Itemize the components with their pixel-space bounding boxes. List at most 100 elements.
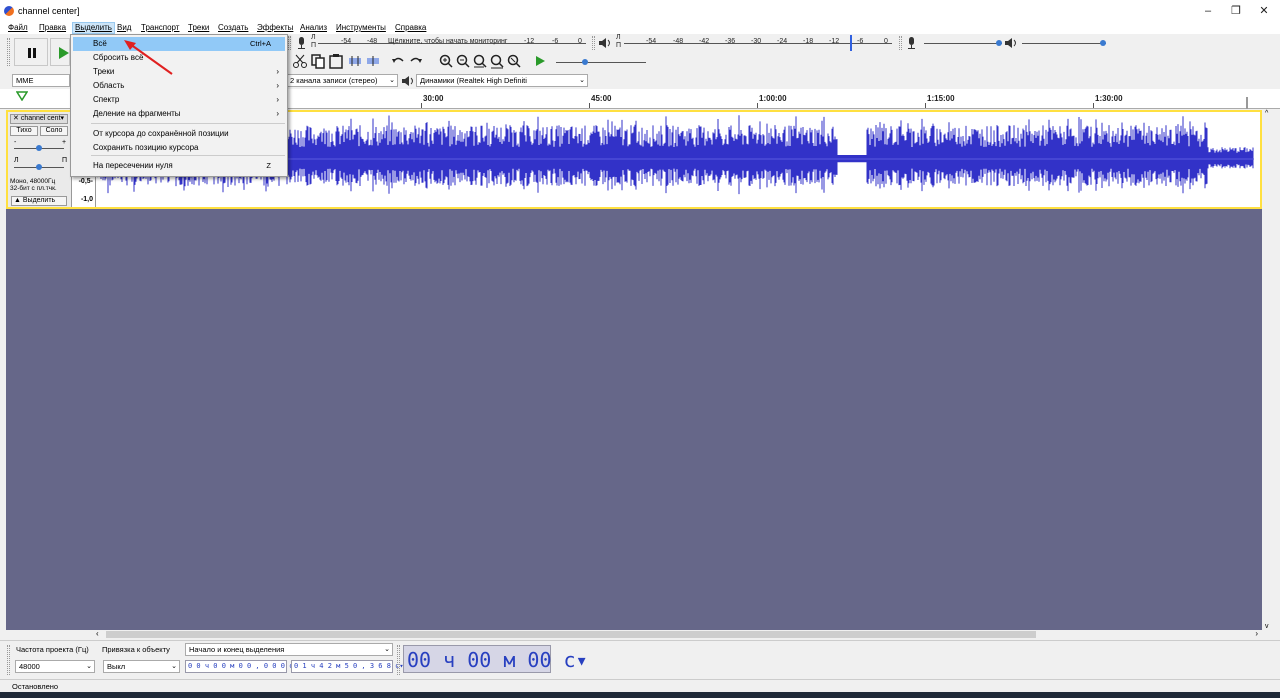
undo-icon[interactable] bbox=[390, 53, 406, 69]
zoom-toggle-icon[interactable] bbox=[506, 53, 522, 69]
scroll-down-icon[interactable]: v bbox=[1265, 623, 1269, 630]
minimize-button[interactable]: – bbox=[1194, 4, 1222, 18]
play-channel-right: П bbox=[616, 42, 622, 49]
menu-separator bbox=[91, 155, 285, 156]
pan-slider-thumb[interactable] bbox=[36, 164, 42, 170]
copy-icon[interactable] bbox=[310, 53, 326, 69]
close-button[interactable]: ✕ bbox=[1250, 4, 1278, 18]
microphone-icon[interactable] bbox=[294, 36, 310, 50]
scroll-left-icon[interactable]: ‹ bbox=[96, 629, 99, 638]
zoom-in-icon[interactable] bbox=[438, 53, 454, 69]
gain-plus-label: + bbox=[62, 139, 67, 146]
close-icon[interactable]: ✕ bbox=[13, 115, 19, 122]
chevron-down-icon: ⌄ bbox=[579, 77, 585, 84]
menu-tools[interactable]: Инструменты bbox=[334, 22, 388, 34]
speaker-icon[interactable] bbox=[1004, 37, 1020, 49]
scroll-up-icon[interactable]: ^ bbox=[1265, 110, 1268, 117]
snap-select[interactable]: Выкл ⌄ bbox=[103, 660, 180, 673]
selection-toolbar-grip[interactable] bbox=[7, 645, 10, 675]
silence-icon[interactable] bbox=[365, 53, 381, 69]
speaker-icon[interactable] bbox=[598, 37, 614, 49]
playback-volume-slider[interactable] bbox=[1022, 43, 1106, 44]
play-meter-tick: -18 bbox=[803, 38, 814, 45]
select-menu-item[interactable]: Спектр › bbox=[73, 93, 285, 107]
vertical-scrollbar[interactable]: ^ v bbox=[1262, 110, 1274, 630]
start-monitoring-hint[interactable]: Щёлкните, чтобы начать мониторинг bbox=[388, 38, 507, 45]
select-menu-item[interactable]: От курсора до сохранённой позиции bbox=[73, 127, 285, 141]
menu-tracks[interactable]: Треки bbox=[186, 22, 211, 34]
status-text: Остановлено bbox=[12, 682, 59, 691]
tools-grip[interactable] bbox=[288, 36, 291, 50]
play-speed-thumb[interactable] bbox=[582, 59, 588, 65]
menu-file[interactable]: Файл bbox=[6, 22, 30, 34]
microphone-icon[interactable] bbox=[905, 36, 919, 50]
record-channels-select[interactable]: 2 канала записи (стерео) ⌄ bbox=[286, 74, 398, 87]
pause-button[interactable] bbox=[14, 38, 48, 66]
scroll-right-icon[interactable]: › bbox=[1255, 629, 1258, 638]
chevron-right-icon: › bbox=[276, 81, 279, 90]
horizontal-scrollbar[interactable]: ‹ › bbox=[90, 629, 1262, 639]
menu-help[interactable]: Справка bbox=[393, 22, 428, 34]
audio-host-select[interactable]: MME bbox=[12, 74, 70, 87]
rec-meter-tick: 0 bbox=[578, 38, 582, 45]
horizontal-scroll-thumb[interactable] bbox=[106, 631, 1036, 638]
play-button[interactable] bbox=[50, 38, 70, 66]
selection-mode-select[interactable]: Начало и конец выделения ⌄ bbox=[185, 643, 393, 656]
menu-view[interactable]: Вид bbox=[115, 22, 133, 34]
time-toolbar-grip[interactable] bbox=[397, 645, 400, 675]
gain-slider-thumb[interactable] bbox=[36, 145, 42, 151]
project-rate-label: Частота проекта (Гц) bbox=[16, 645, 89, 654]
menu-transport[interactable]: Транспорт bbox=[139, 22, 181, 34]
track-name-menu[interactable]: ✕ channel cent▾ bbox=[10, 114, 68, 124]
fit-project-icon[interactable] bbox=[489, 53, 505, 69]
trim-icon[interactable] bbox=[347, 53, 363, 69]
menu-generate[interactable]: Создать bbox=[216, 22, 250, 34]
zoom-out-icon[interactable] bbox=[455, 53, 471, 69]
play-meter-tick: -6 bbox=[857, 38, 864, 45]
track-info: Моно, 48000Гц 32-бит с пл.тчк. bbox=[10, 178, 57, 192]
menu-item-label: Сохранить позицию курсора bbox=[93, 143, 199, 152]
ruler-tick-label: 1:00:00 bbox=[759, 94, 787, 103]
mixer-grip[interactable] bbox=[899, 36, 902, 50]
select-menu-item[interactable]: На пересечении нуля Z bbox=[73, 159, 285, 173]
menu-edit[interactable]: Правка bbox=[37, 22, 68, 34]
annotation-arrow-icon bbox=[124, 40, 173, 75]
playback-volume-thumb[interactable] bbox=[1100, 40, 1106, 46]
menu-select[interactable]: Выделить bbox=[72, 22, 115, 34]
redo-icon[interactable] bbox=[408, 53, 424, 69]
cut-icon[interactable] bbox=[292, 53, 308, 69]
collapse-icon: ▲ bbox=[14, 197, 21, 204]
snap-value: Выкл bbox=[107, 662, 126, 671]
record-volume-thumb[interactable] bbox=[996, 40, 1002, 46]
menu-effects[interactable]: Эффекты bbox=[255, 22, 295, 34]
select-menu-item[interactable]: Сохранить позицию курсора bbox=[73, 141, 285, 155]
select-menu-item[interactable]: Область › bbox=[73, 79, 285, 93]
select-track-label: Выделить bbox=[22, 197, 56, 204]
project-rate-select[interactable]: 48000 ⌄ bbox=[15, 660, 95, 673]
menu-item-label: Спектр bbox=[93, 95, 120, 104]
fit-selection-icon[interactable] bbox=[472, 53, 488, 69]
maximize-button[interactable]: ❐ bbox=[1222, 4, 1250, 18]
menu-analyze[interactable]: Анализ bbox=[298, 22, 329, 34]
rec-meter-tick: -6 bbox=[552, 38, 559, 45]
select-track-button[interactable]: ▲ Выделить bbox=[11, 196, 67, 206]
select-menu-item[interactable]: Деление на фрагменты › bbox=[73, 107, 285, 121]
selection-start-time[interactable]: 0 0 ч 0 0 м 0 0 , 0 0 0 с▾ bbox=[185, 660, 298, 673]
paste-icon[interactable] bbox=[328, 53, 344, 69]
toolbar-grip[interactable] bbox=[7, 38, 10, 66]
status-bar: Остановлено bbox=[0, 679, 1280, 692]
rec-channel-left: Л bbox=[311, 34, 316, 41]
play-speed-slider[interactable] bbox=[556, 62, 646, 63]
solo-button[interactable]: Соло bbox=[40, 126, 68, 136]
mute-button[interactable]: Тихо bbox=[10, 126, 38, 136]
playback-device-select[interactable]: Динамики (Realtek High Definiti ⌄ bbox=[416, 74, 588, 87]
pause-icon bbox=[28, 48, 36, 58]
audio-host-value: MME bbox=[16, 76, 34, 85]
play-at-speed-icon[interactable] bbox=[532, 53, 548, 69]
playback-meter-grip[interactable] bbox=[592, 36, 595, 50]
audio-position-display[interactable]: 00 ч 00 м 00 с▾ bbox=[403, 645, 588, 673]
selection-end-time[interactable]: 0 1 ч 4 2 м 5 0 , 3 6 8 с▾ bbox=[291, 660, 404, 673]
timeline-play-head-icon[interactable] bbox=[16, 91, 28, 101]
menu-item-label: На пересечении нуля bbox=[93, 161, 173, 170]
record-volume-slider[interactable] bbox=[924, 43, 1002, 44]
